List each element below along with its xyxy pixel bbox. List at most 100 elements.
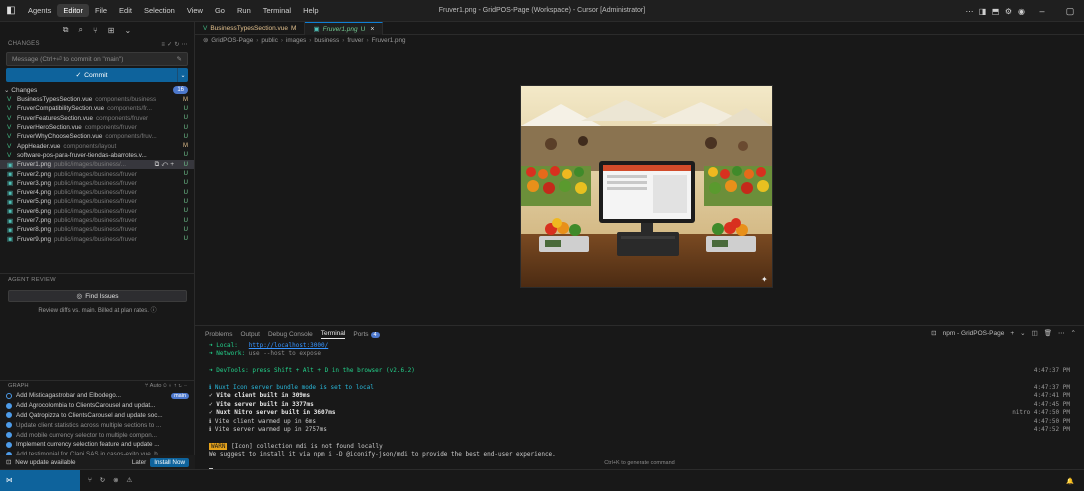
changed-file-item[interactable]: ▣ Fruver4.png public/images/business/fruve… [0,188,194,197]
commit-button[interactable]: ✓ Commit [6,68,177,82]
sparkle-icon[interactable]: ✎ [177,55,182,63]
commit-row[interactable]: Add Qatropizza to ClientsCarousel and up… [0,411,195,421]
add-terminal-icon[interactable]: + [1010,330,1014,337]
changed-file-item[interactable]: ▣ Fruver7.png public/images/business/fruve… [0,216,194,225]
changed-file-item[interactable]: ▣ Fruver1.png public/images/business/... ⧉↶… [0,160,194,170]
changed-file-item[interactable]: V FruverHeroSection.vue components/fruver U [0,123,194,132]
close-icon[interactable]: × [370,26,374,33]
info-icon[interactable]: ⓘ [151,308,157,314]
bottom-panel: Problems Output Debug Console Terminal Ports… [195,325,1084,475]
editor-tab[interactable]: ▣ Fruver1.png U × [305,22,384,35]
panel-tab-ports[interactable]: Ports 4 [353,331,380,338]
editor-tab[interactable]: V BusinessTypesSection.vue M [195,22,306,35]
menu-item-help[interactable]: Help [297,4,324,17]
changes-group-header[interactable]: ⌄ Changes 16 [0,84,194,95]
search-icon[interactable]: ⌕ [79,25,83,35]
changed-file-item[interactable]: ▣ Fruver8.png public/images/business/fruve… [0,225,194,234]
panel-tab-debug-console[interactable]: Debug Console [268,331,313,338]
branch-icon[interactable]: ⑂ [88,477,92,484]
account-icon[interactable]: ◉ [1015,7,1028,16]
changed-file-item[interactable]: ▣ Fruver2.png public/images/business/fruve… [0,169,194,179]
review-note-text: Review diffs vs. main. Billed at plan ra… [38,308,149,314]
bell-icon[interactable]: 🔔 [1066,477,1074,485]
breadcrumb-item[interactable]: GridPOS-Page [211,37,253,44]
breadcrumb-item[interactable]: fruver [347,37,363,44]
more-icon[interactable]: ⋯ [1058,329,1065,337]
changed-file-item[interactable]: Vsoftware-pos-para-fruver-tiendas-abarro… [0,151,194,160]
commit-message-input[interactable]: Message (Ctrl+⏎ to commit on "main") ✎ [6,52,188,66]
commit-row[interactable]: Implement currency selection feature and… [0,440,195,450]
breadcrumb-item[interactable]: Fruver1.png [372,37,406,44]
maximize-button[interactable]: ▢ [1056,6,1084,17]
source-control-sidebar: ⧉ ⌕ ⑂ ⊞ ⌄ CHANGES ≡ ✓ ↻ ⋯ Message (Ctrl+… [0,22,195,469]
chevron-up-icon[interactable]: ⌃ [1071,329,1076,337]
commit-graph-list: Add Misticagastrobar and Elbodego... main… [0,391,195,460]
menu-item-agents[interactable]: Agents [22,4,57,17]
changed-file-item[interactable]: ▣ Fruver5.png public/images/business/fruve… [0,197,194,206]
trash-icon[interactable]: 🗑 [1044,329,1052,337]
graph-actions[interactable]: ⊙ ⇣ ⇡ ↻ ⋯ [162,383,187,389]
breadcrumb-item[interactable]: public [261,37,277,44]
chevron-down-icon[interactable]: ⌄ [125,26,132,35]
file-row-actions[interactable]: ⧉↶+ [155,161,176,169]
file-name: Fruver7.png [17,217,51,224]
changed-file-item[interactable]: ▣ Fruver9.png public/images/business/fruve… [0,234,194,244]
commit-row[interactable]: Add mobile currency selector to multiple… [0,430,195,440]
commit-row[interactable]: Add Agrocolombia to ClientsCarousel and … [0,401,195,411]
panel-tab-problems[interactable]: Problems [205,331,232,338]
remote-indicator[interactable]: ⋈ [0,470,80,491]
extensions-icon[interactable]: ⊞ [108,26,115,35]
toggle-sidebar-icon[interactable]: ◨ [976,7,989,16]
changed-file-item[interactable]: ▣ Fruver3.png public/images/business/fruve… [0,179,194,188]
menu-item-run[interactable]: Run [231,4,257,17]
local-url-link[interactable]: http://localhost:3000/ [249,342,328,349]
source-control-icon[interactable]: ⑂ [93,26,98,35]
vue-file-icon: V [7,114,12,122]
commit-dot-icon [6,402,12,409]
menu-item-view[interactable]: View [181,4,209,17]
panel-tab-output[interactable]: Output [240,331,260,338]
toggle-panel-icon[interactable]: ⬒ [989,7,1002,16]
breadcrumb-item[interactable]: business [314,37,339,44]
branch-badge: main [171,392,189,399]
menu-item-terminal[interactable]: Terminal [257,4,297,17]
changed-file-item[interactable]: V FruverCompatibilitySection.vue component… [0,104,194,113]
timestamp: 4:47:45 PM [1033,400,1070,408]
sync-icon[interactable]: ↻ [100,477,105,484]
split-terminal-icon[interactable]: ◫ [1032,329,1038,337]
changed-file-item[interactable]: V AppHeader.vue components/layout M [0,141,194,150]
log-line: ℹ Vite client warmed up in 6ms [209,417,317,425]
commit-row[interactable]: Add Misticagastrobar and Elbodego... main [0,391,195,401]
commit-row[interactable]: Update client statistics across multiple… [0,420,195,430]
changed-file-item[interactable]: V FruverWhyChooseSection.vue components/fr… [0,132,194,141]
terminal-output[interactable]: ➜ Local: http://localhost:3000/ ➜ Networ… [195,342,1084,476]
terminal-name[interactable]: npm - GridPOS-Page [943,330,1005,337]
chevron-down-icon[interactable]: ⌄ [1020,329,1025,337]
commit-dropdown-button[interactable]: ⌄ [177,68,188,82]
menu-item-editor[interactable]: Editor [57,4,89,17]
files-icon[interactable]: ⧉ [63,25,69,35]
graph-auto-label[interactable]: Auto [150,383,162,389]
breadcrumb-item[interactable]: images [286,37,306,44]
menu-item-go[interactable]: Go [209,4,231,17]
panel-tab-terminal[interactable]: Terminal [320,330,346,339]
menu-item-selection[interactable]: Selection [138,4,181,17]
menu-item-edit[interactable]: Edit [113,4,138,17]
menu-item-file[interactable]: File [89,4,113,17]
later-button[interactable]: Later [132,459,146,466]
warning-icon[interactable]: ⚠ [126,477,132,484]
error-icon[interactable]: ⊗ [113,477,118,484]
more-icon[interactable]: ⋯ [963,7,976,16]
section-actions[interactable]: ≡ ✓ ↻ ⋯ [161,41,188,48]
changed-file-item[interactable]: V FruverFeaturesSection.vue components/fru… [0,114,194,123]
changed-file-item[interactable]: V BusinessTypesSection.vue components/busi… [0,95,194,104]
gear-icon[interactable]: ⚙ [1002,7,1015,16]
update-text: New update available [15,458,76,466]
file-status-badge: U [183,208,188,215]
minimize-button[interactable]: – [1028,6,1056,16]
find-issues-button[interactable]: ◎ Find Issues [8,290,187,302]
install-now-button[interactable]: Install Now [150,457,189,467]
file-path: components/fruv... [105,133,157,141]
agent-review-title: AGENT REVIEW [8,277,56,283]
changed-file-item[interactable]: ▣ Fruver6.png public/images/business/fruve… [0,207,194,216]
